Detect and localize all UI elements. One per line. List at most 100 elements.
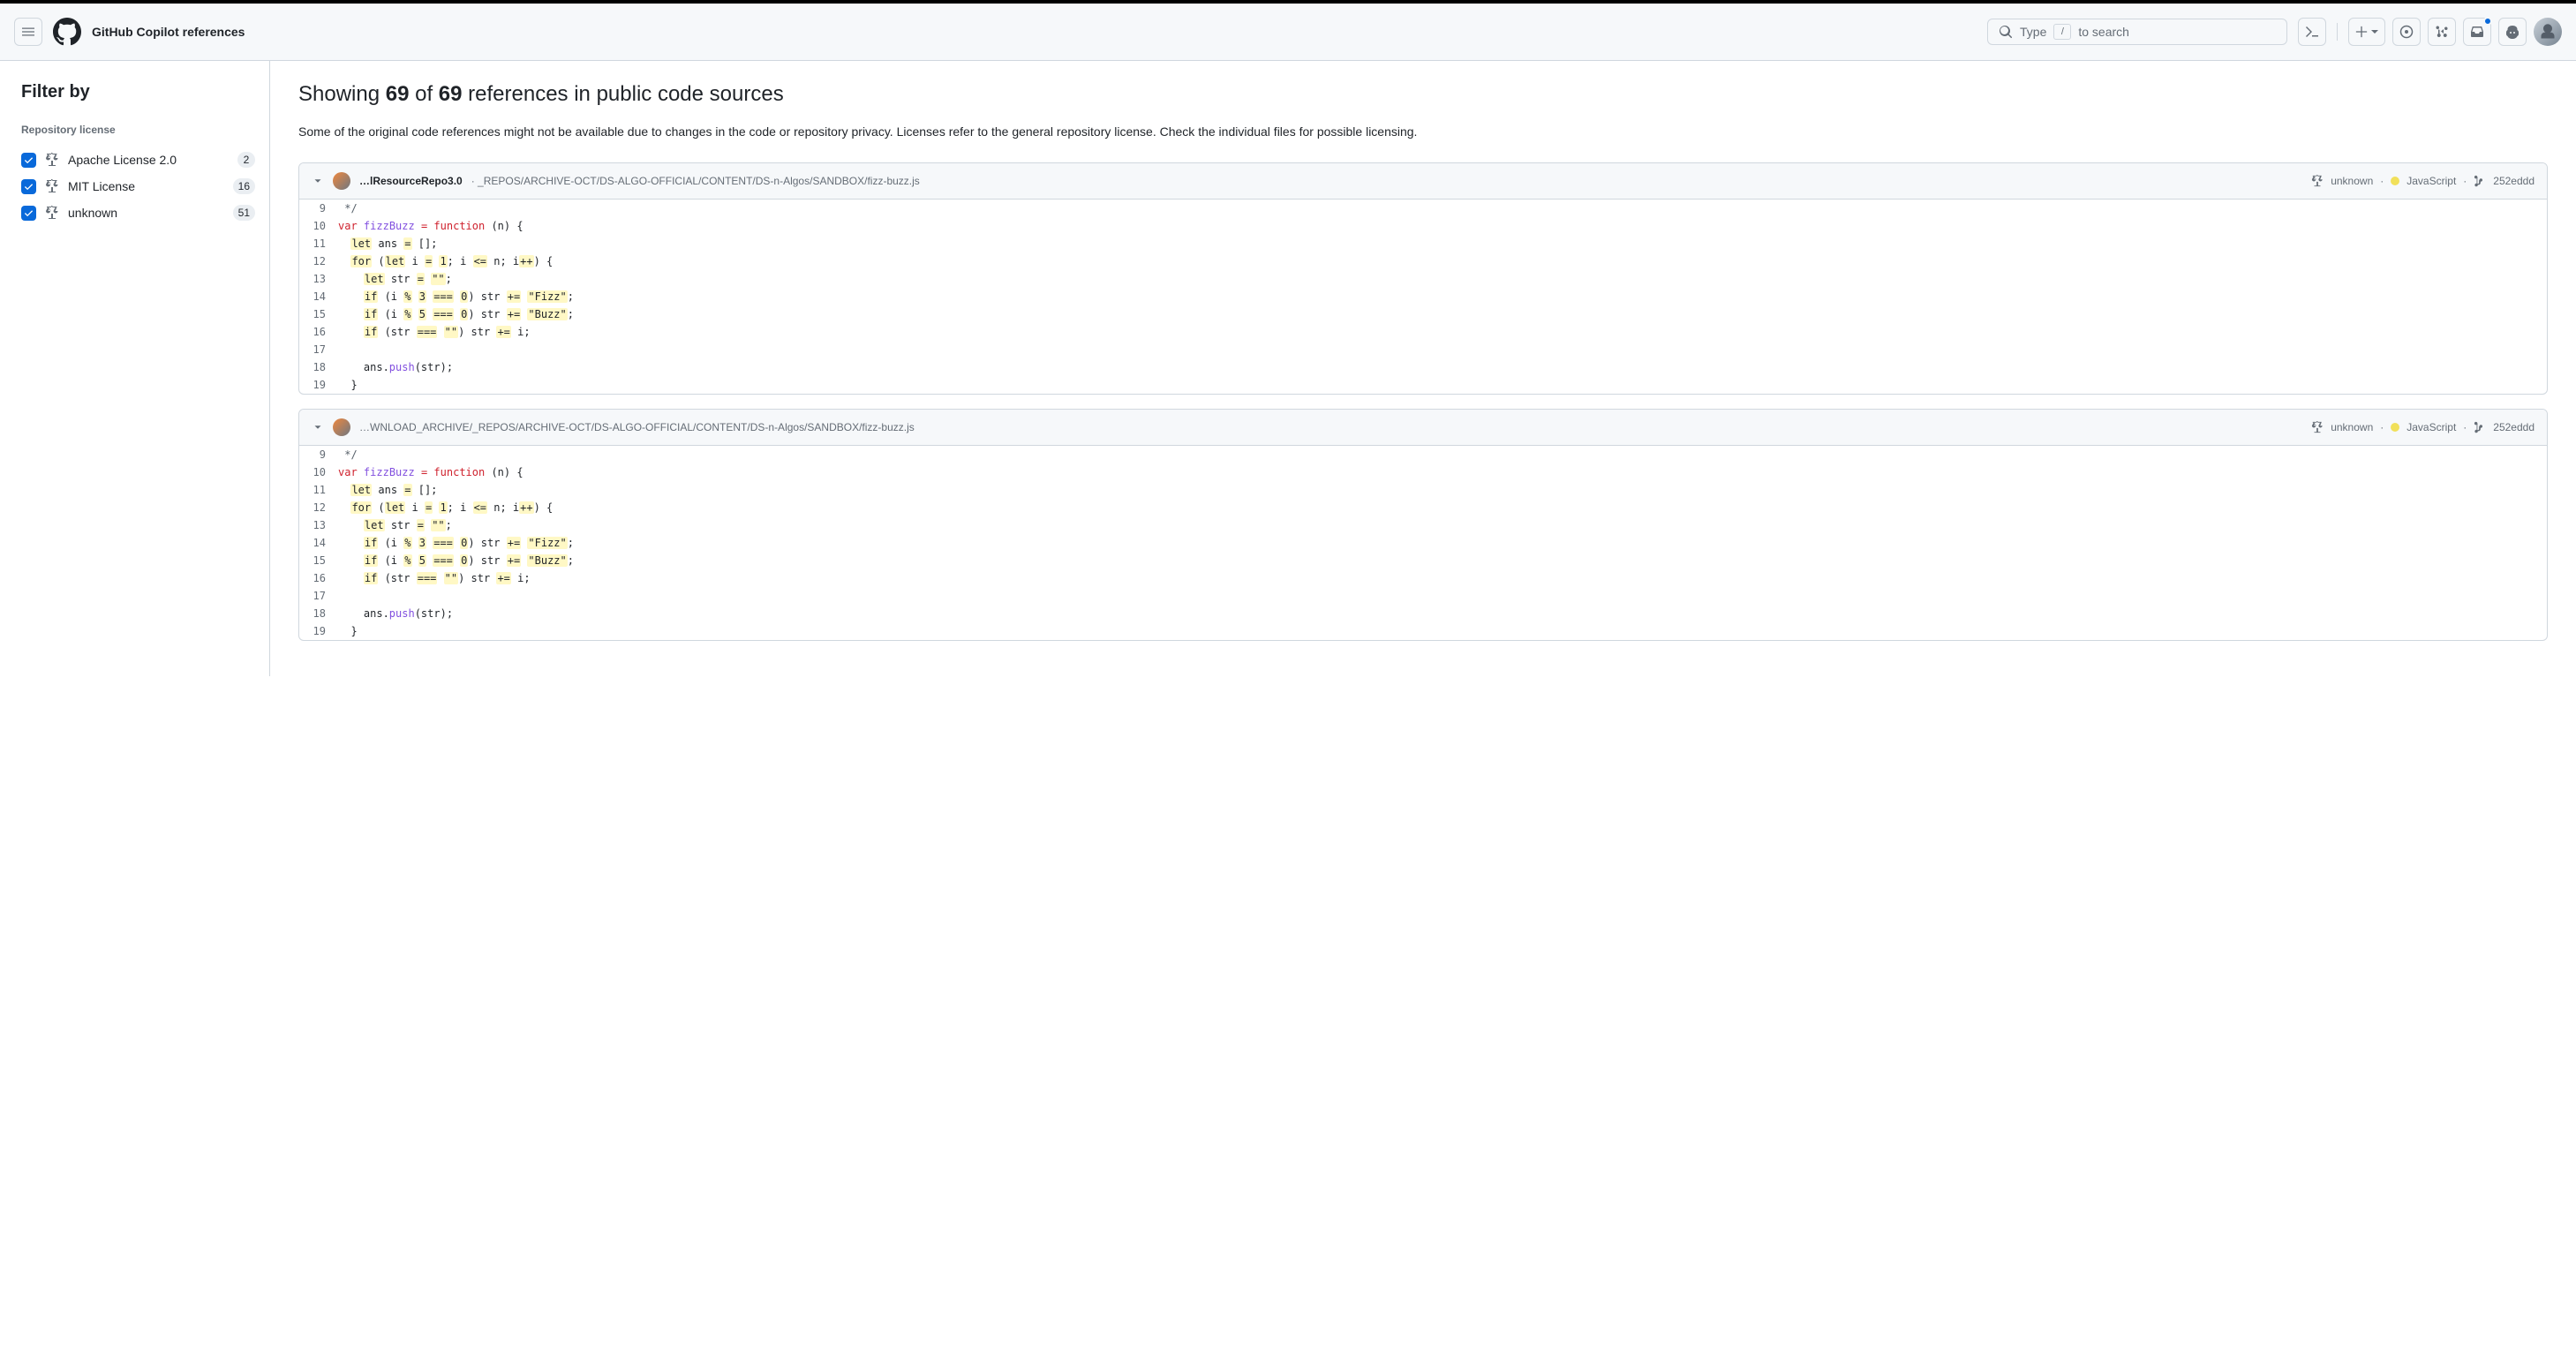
code-line: 18 ans.push(str);	[299, 605, 2547, 622]
search-placeholder-pre: Type	[2020, 25, 2046, 39]
language-dot	[2391, 423, 2399, 432]
branch-label[interactable]: 252eddd	[2493, 421, 2535, 433]
copilot-icon	[2505, 25, 2520, 39]
result-header: …WNLOAD_ARCHIVE/_REPOS/ARCHIVE-OCT/DS-AL…	[299, 410, 2547, 446]
line-content: ans.push(str);	[338, 605, 453, 622]
chevron-down-icon	[312, 421, 324, 433]
search-input[interactable]: Type / to search	[1987, 19, 2287, 45]
line-number: 9	[299, 200, 338, 217]
branch-label[interactable]: 252eddd	[2493, 175, 2535, 187]
line-content: let str = "";	[338, 270, 452, 288]
code-line: 12 for (let i = 1; i <= n; i++) {	[299, 252, 2547, 270]
command-palette-button[interactable]	[2298, 18, 2326, 46]
line-number: 11	[299, 481, 338, 499]
code-line: 11 let ans = [];	[299, 235, 2547, 252]
global-header: GitHub Copilot references Type / to sear…	[0, 4, 2576, 61]
line-number: 14	[299, 534, 338, 552]
collapse-toggle[interactable]	[312, 175, 324, 187]
file-path[interactable]: …WNLOAD_ARCHIVE/_REPOS/ARCHIVE-OCT/DS-AL…	[359, 421, 915, 433]
code-line: 10var fizzBuzz = function (n) {	[299, 463, 2547, 481]
git-branch-icon	[2474, 175, 2486, 187]
create-new-button[interactable]	[2348, 18, 2385, 46]
code-line: 10var fizzBuzz = function (n) {	[299, 217, 2547, 235]
filter-section-label: Repository license	[21, 124, 255, 136]
law-icon	[2311, 421, 2324, 433]
filter-count: 16	[233, 178, 255, 194]
filter-item-unknown[interactable]: unknown 51	[21, 200, 255, 226]
line-content: let str = "";	[338, 516, 452, 534]
code-line: 9 */	[299, 446, 2547, 463]
line-number: 17	[299, 587, 338, 605]
code-line: 13 let str = "";	[299, 516, 2547, 534]
code-line: 15 if (i % 5 === 0) str += "Buzz";	[299, 552, 2547, 569]
code-line: 19 }	[299, 376, 2547, 394]
line-number: 14	[299, 288, 338, 305]
line-number: 10	[299, 463, 338, 481]
slash-key-badge: /	[2053, 24, 2071, 40]
code-line: 15 if (i % 5 === 0) str += "Buzz";	[299, 305, 2547, 323]
code-line: 17	[299, 587, 2547, 605]
filter-item-mit-license[interactable]: MIT License 16	[21, 173, 255, 200]
github-mark-icon	[53, 18, 81, 46]
code-line: 16 if (str === "") str += i;	[299, 323, 2547, 341]
code-line: 16 if (str === "") str += i;	[299, 569, 2547, 587]
divider	[2337, 23, 2338, 41]
line-number: 11	[299, 235, 338, 252]
law-icon	[45, 179, 59, 193]
line-number: 15	[299, 552, 338, 569]
checkbox-icon	[21, 179, 36, 194]
notifications-button[interactable]	[2463, 18, 2491, 46]
line-content: let ans = [];	[338, 235, 437, 252]
filter-count: 2	[237, 152, 255, 168]
line-number: 16	[299, 569, 338, 587]
line-content: var fizzBuzz = function (n) {	[338, 217, 523, 235]
line-number: 10	[299, 217, 338, 235]
line-content: ans.push(str);	[338, 358, 453, 376]
issue-icon	[2399, 25, 2414, 39]
line-content: for (let i = 1; i <= n; i++) {	[338, 252, 553, 270]
filter-item-apache-license-2-0[interactable]: Apache License 2.0 2	[21, 147, 255, 173]
code-line: 13 let str = "";	[299, 270, 2547, 288]
author-avatar[interactable]	[333, 418, 350, 436]
search-icon	[1999, 25, 2013, 39]
line-number: 16	[299, 323, 338, 341]
collapse-toggle[interactable]	[312, 421, 324, 433]
file-path[interactable]: · _REPOS/ARCHIVE-OCT/DS-ALGO-OFFICIAL/CO…	[471, 175, 920, 187]
license-label: unknown	[2331, 421, 2373, 433]
plus-icon	[2355, 26, 2368, 38]
code-line: 19 }	[299, 622, 2547, 640]
line-number: 12	[299, 499, 338, 516]
line-number: 12	[299, 252, 338, 270]
language-dot	[2391, 177, 2399, 185]
line-number: 18	[299, 358, 338, 376]
line-content: if (i % 5 === 0) str += "Buzz";	[338, 305, 574, 323]
code-line: 11 let ans = [];	[299, 481, 2547, 499]
line-content: if (i % 5 === 0) str += "Buzz";	[338, 552, 574, 569]
copilot-button[interactable]	[2498, 18, 2527, 46]
line-content: var fizzBuzz = function (n) {	[338, 463, 523, 481]
pull-requests-button[interactable]	[2428, 18, 2456, 46]
line-content: for (let i = 1; i <= n; i++) {	[338, 499, 553, 516]
results-subtext: Some of the original code references mig…	[298, 123, 2548, 141]
pull-request-icon	[2435, 25, 2449, 39]
hamburger-icon	[21, 25, 35, 39]
line-number: 18	[299, 605, 338, 622]
author-avatar[interactable]	[333, 172, 350, 190]
filter-label: Apache License 2.0	[68, 153, 229, 167]
menu-button[interactable]	[14, 18, 42, 46]
code-block: 9 */10var fizzBuzz = function (n) {11 le…	[299, 200, 2547, 394]
line-number: 15	[299, 305, 338, 323]
git-branch-icon	[2474, 421, 2486, 433]
page-title: GitHub Copilot references	[92, 25, 245, 39]
code-line: 14 if (i % 3 === 0) str += "Fizz";	[299, 534, 2547, 552]
issues-button[interactable]	[2392, 18, 2421, 46]
github-logo[interactable]	[53, 18, 81, 46]
repo-name[interactable]: …lResourceRepo3.0	[359, 175, 463, 187]
results-heading: Showing 69 of 69 references in public co…	[298, 82, 2548, 107]
search-placeholder-post: to search	[2078, 25, 2129, 39]
license-label: unknown	[2331, 175, 2373, 187]
line-number: 19	[299, 622, 338, 640]
line-content: */	[338, 200, 358, 217]
terminal-icon	[2305, 25, 2319, 39]
user-avatar[interactable]	[2534, 18, 2562, 46]
